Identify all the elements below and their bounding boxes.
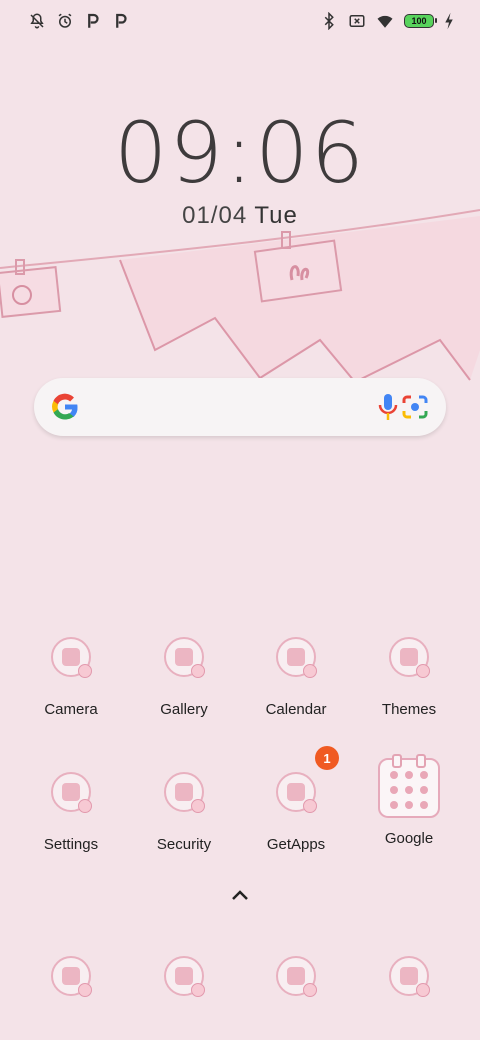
mic-icon[interactable] (376, 392, 400, 422)
wallpaper-bunting (0, 209, 480, 384)
google-g-icon[interactable] (50, 392, 80, 422)
alarm-icon (58, 13, 72, 28)
app-label: Calendar (265, 701, 327, 718)
battery-indicator: 100 (404, 14, 437, 28)
app-label: Settings (43, 836, 99, 853)
mini-app-icon (404, 800, 413, 809)
notification-badge: 1 (315, 746, 339, 770)
notification-off-icon (30, 13, 44, 29)
dock-messages[interactable] (354, 956, 464, 997)
chevron-up-icon[interactable] (230, 888, 250, 902)
mini-app-icon (404, 771, 413, 780)
app-themes[interactable]: Themes (354, 637, 464, 718)
app-label: Security (156, 836, 212, 853)
app-calendar[interactable]: Calendar (241, 637, 351, 718)
dock-phone[interactable] (16, 956, 126, 997)
mini-app-icon (389, 785, 398, 794)
folder-icon[interactable] (378, 754, 440, 818)
status-bar: 100 (0, 0, 480, 44)
mini-app-icon (420, 785, 429, 794)
messages-icon[interactable] (389, 956, 430, 997)
getapps-icon[interactable] (276, 772, 317, 813)
app-settings[interactable]: Settings (16, 772, 126, 853)
status-right: 100 (320, 12, 454, 30)
folder-ring (392, 754, 402, 768)
app-label: Gallery (160, 701, 208, 718)
parking-icon (88, 13, 99, 28)
status-left (28, 12, 130, 30)
folder-ring (416, 754, 426, 768)
mini-app-icon (420, 771, 429, 780)
app-gallery[interactable]: Gallery (129, 637, 239, 718)
mini-app-icon (389, 771, 398, 780)
settings-icon[interactable] (51, 772, 92, 813)
dock-browser[interactable] (241, 956, 351, 997)
app-getapps[interactable]: GetApps (241, 772, 351, 853)
lens-icon[interactable] (400, 393, 430, 421)
calendar-icon[interactable] (276, 637, 317, 678)
browser-icon[interactable] (276, 956, 317, 997)
themes-icon[interactable] (389, 637, 430, 678)
bolt-icon (445, 12, 453, 30)
google-search-bar[interactable] (34, 378, 446, 436)
battery-level: 100 (411, 16, 427, 26)
mini-app-icon (420, 800, 429, 809)
phone-icon[interactable] (51, 956, 92, 997)
app-label: Google (384, 830, 434, 847)
bluetooth-icon (324, 12, 334, 30)
mini-app-icon (389, 800, 398, 809)
parking-icon (116, 13, 127, 28)
wifi-icon (377, 15, 393, 28)
app-camera[interactable]: Camera (16, 637, 126, 718)
app-label: GetApps (266, 836, 326, 853)
app-label: Themes (381, 701, 437, 718)
sim-off-icon (349, 15, 365, 27)
clock-time[interactable]: 09:06 (0, 104, 480, 202)
gallery-icon[interactable] (164, 637, 205, 678)
app-security[interactable]: Security (129, 772, 239, 853)
folder-google[interactable]: Google (354, 754, 464, 847)
mini-app-icon (404, 785, 413, 794)
app-label: Camera (44, 701, 98, 718)
dock-contacts[interactable] (129, 956, 239, 997)
contacts-icon[interactable] (164, 956, 205, 997)
camera-icon[interactable] (51, 637, 92, 678)
security-icon[interactable] (164, 772, 205, 813)
